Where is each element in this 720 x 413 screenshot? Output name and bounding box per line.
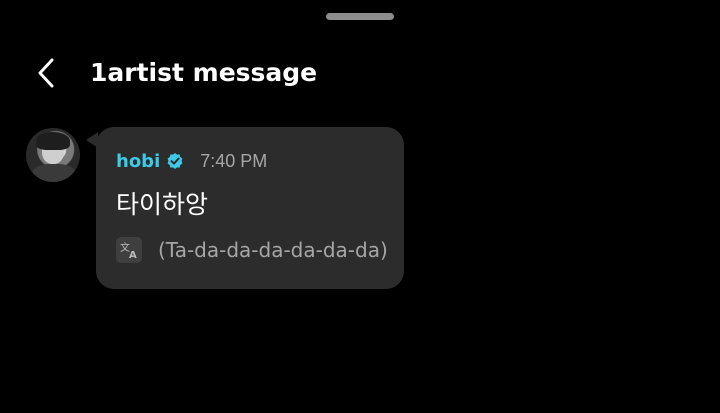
chevron-left-icon <box>38 58 54 88</box>
sender-name: hobi <box>116 150 161 172</box>
message-text: 타이하앙 <box>116 190 209 219</box>
translation-row[interactable]: 文 A (Ta-da-da-da-da-da-da) <box>116 235 388 265</box>
message-time: 7:40 PM <box>200 150 268 171</box>
message-header: hobi 7:40 PM <box>116 149 267 173</box>
svg-text:A: A <box>129 250 137 261</box>
page-title: 1artist message <box>90 58 318 87</box>
drag-handle[interactable] <box>326 13 394 20</box>
translate-icon[interactable]: 文 A <box>116 237 142 263</box>
verified-badge-icon <box>167 153 183 169</box>
message-bubble[interactable]: hobi 7:40 PM 타이하앙 文 A (Ta-da-da-da-da-da… <box>96 127 404 289</box>
header: 1artist message <box>0 50 720 96</box>
avatar[interactable] <box>26 128 80 182</box>
translated-text: (Ta-da-da-da-da-da-da) <box>158 238 388 262</box>
back-button[interactable] <box>26 54 66 92</box>
chat-screen: 1artist message hobi 7:40 PM 타이하앙 文 A (T… <box>0 0 720 413</box>
